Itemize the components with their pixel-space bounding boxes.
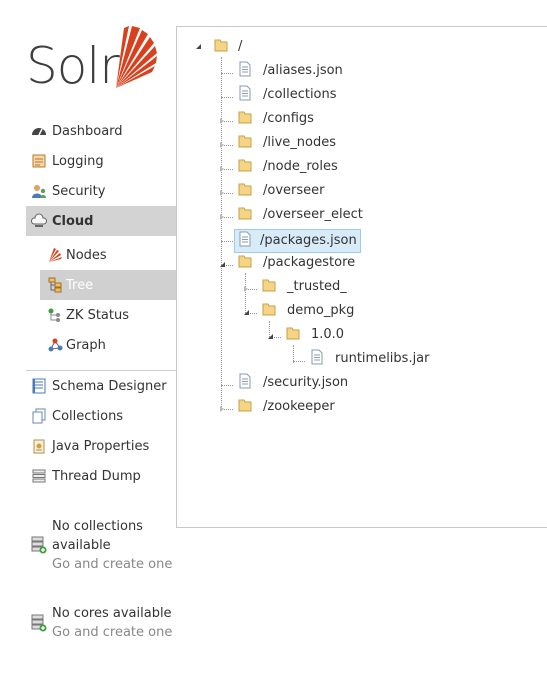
nav-cloud-tree[interactable]: Tree	[40, 270, 176, 300]
tree-node[interactable]: /packagestore	[237, 253, 358, 273]
cloud-icon	[30, 212, 48, 230]
nav-cloud-nodes[interactable]: Nodes	[40, 240, 176, 270]
collections-icon	[30, 407, 48, 425]
tree-node[interactable]: runtimelibs.jar	[309, 349, 433, 369]
folder-icon	[237, 253, 253, 273]
tree-node[interactable]: /zookeeper	[237, 397, 338, 417]
folder-icon	[237, 205, 253, 225]
dashboard-icon	[30, 122, 48, 140]
tree-node[interactable]: /node_roles	[237, 157, 341, 177]
folder-icon	[237, 109, 253, 129]
solr-logo[interactable]: Solr	[26, 24, 158, 95]
expand-trusted-toggle[interactable]	[244, 286, 248, 292]
folder-icon	[261, 277, 277, 297]
tree-node[interactable]: /overseer_elect	[237, 205, 366, 225]
nav-logging[interactable]: Logging	[26, 146, 176, 176]
expand-node-roles-toggle[interactable]	[220, 166, 224, 172]
logging-icon	[30, 152, 48, 170]
expand-live-nodes-toggle[interactable]	[220, 142, 224, 148]
tree-connector	[221, 73, 233, 74]
file-icon	[237, 61, 253, 81]
nav-cloud-graph[interactable]: Graph	[40, 330, 176, 360]
tree-node[interactable]: /configs	[237, 109, 317, 129]
tree-connector	[221, 57, 222, 411]
nav-cloud[interactable]: Cloud	[26, 206, 176, 236]
tree-connector	[221, 385, 233, 386]
collapse-root-toggle[interactable]	[196, 44, 201, 49]
folder-icon	[237, 397, 253, 417]
tree-node[interactable]: /aliases.json	[237, 61, 346, 81]
collapse-version-toggle[interactable]	[268, 334, 273, 339]
file-icon	[237, 85, 253, 105]
nodes-icon	[46, 246, 64, 264]
folder-icon	[237, 157, 253, 177]
folder-icon	[213, 37, 229, 57]
file-icon	[237, 373, 253, 393]
nav-cloud-zk-status[interactable]: ZK Status	[40, 300, 176, 330]
solr-sun-icon	[116, 26, 157, 88]
folder-icon	[237, 181, 253, 201]
tree-connector	[293, 361, 305, 362]
collapse-demo-pkg-toggle[interactable]	[244, 310, 249, 315]
nav-collections[interactable]: Collections	[26, 401, 176, 431]
thread-dump-icon	[30, 467, 48, 485]
folder-icon	[261, 301, 277, 321]
schema-designer-icon	[30, 377, 48, 395]
collapse-packagestore-toggle[interactable]	[220, 262, 225, 267]
collections-db-icon	[31, 536, 47, 558]
tree-node[interactable]: demo_pkg	[261, 301, 357, 321]
expand-configs-toggle[interactable]	[220, 118, 224, 124]
tree-connector	[245, 273, 246, 315]
zk-status-icon	[46, 306, 64, 324]
java-properties-icon	[30, 437, 48, 455]
no-collections-text: No collections available	[52, 519, 143, 553]
tree-connector	[221, 241, 233, 242]
tree-connector	[221, 97, 233, 98]
tree-node-selected[interactable]: /packages.json	[234, 229, 361, 253]
tree-node[interactable]: /live_nodes	[237, 133, 339, 153]
tree-node[interactable]: /collections	[237, 85, 340, 105]
tree-node[interactable]: _trusted_	[261, 277, 350, 297]
collections-status: No collections available Go and create o…	[26, 516, 176, 576]
expand-zookeeper-toggle[interactable]	[220, 406, 224, 412]
cores-db-icon	[31, 614, 47, 636]
file-icon	[309, 349, 325, 369]
tree-node[interactable]: /overseer	[237, 181, 327, 201]
graph-icon	[46, 336, 64, 354]
zk-tree-panel: / /aliases.json /collections /configs /l…	[176, 26, 547, 528]
tree-node[interactable]: 1.0.0	[285, 325, 347, 345]
tree-node-root[interactable]: /	[213, 37, 245, 57]
create-core-link[interactable]: Go and create one	[52, 623, 172, 642]
nav-java-properties[interactable]: Java Properties	[26, 431, 176, 461]
nav-thread-dump[interactable]: Thread Dump	[26, 461, 176, 491]
nav-schema-designer[interactable]: Schema Designer	[26, 371, 176, 401]
expand-overseer-elect-toggle[interactable]	[220, 214, 224, 220]
tree-icon	[46, 276, 64, 294]
logo-text: Solr	[26, 37, 120, 95]
folder-icon	[237, 133, 253, 153]
tree-node[interactable]: /security.json	[237, 373, 351, 393]
nav-security[interactable]: Security	[26, 176, 176, 206]
no-cores-text: No cores available	[52, 606, 172, 621]
cores-status: No cores available Go and create one	[26, 603, 176, 643]
nav-dashboard[interactable]: Dashboard	[26, 116, 176, 146]
security-icon	[30, 182, 48, 200]
file-icon	[237, 231, 253, 251]
expand-overseer-toggle[interactable]	[220, 190, 224, 196]
create-collection-link[interactable]: Go and create one	[52, 555, 172, 574]
folder-icon	[285, 325, 301, 345]
